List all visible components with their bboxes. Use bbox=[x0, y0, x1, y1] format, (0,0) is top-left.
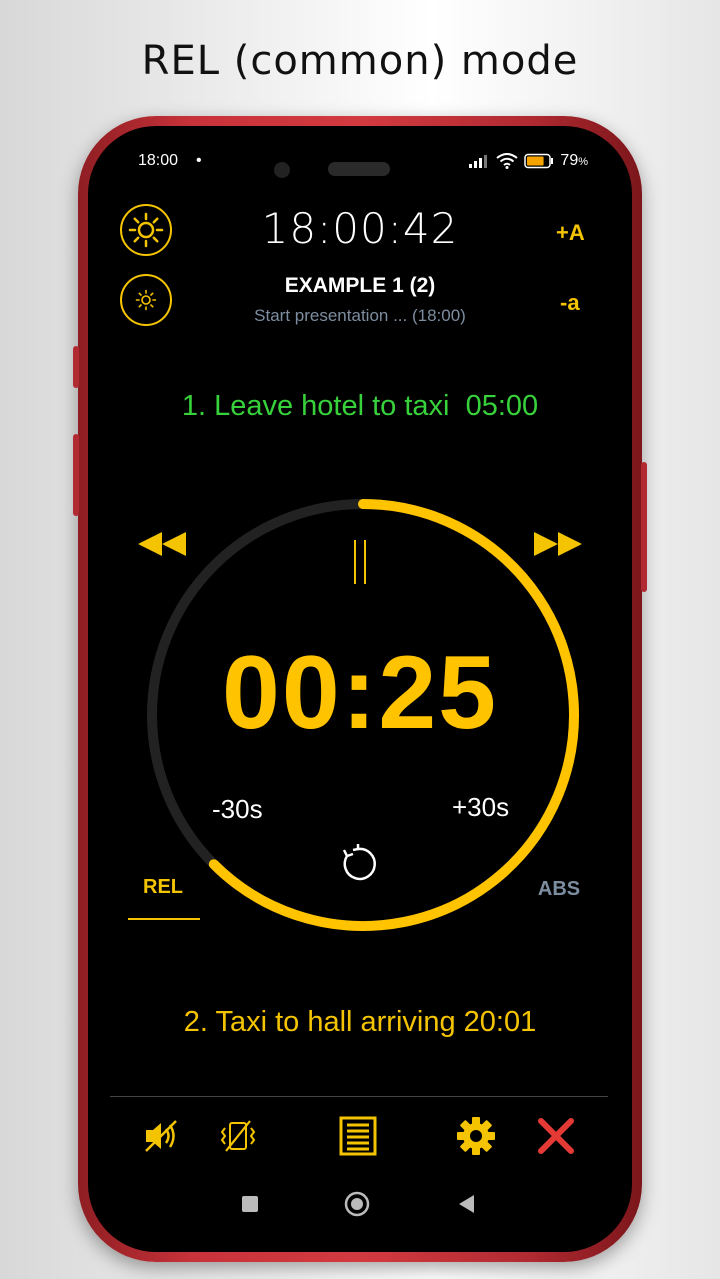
reset-icon[interactable] bbox=[336, 842, 380, 886]
volume-up-button bbox=[73, 346, 79, 388]
gear-icon bbox=[457, 1117, 495, 1155]
system-navbar bbox=[88, 1186, 632, 1226]
settings-button[interactable] bbox=[454, 1114, 498, 1158]
current-step: 1. Leave hotel to taxi 05:00 bbox=[88, 390, 632, 423]
toolbar-divider bbox=[110, 1096, 608, 1097]
minus-30s-button[interactable]: -30s bbox=[212, 794, 263, 825]
battery-percent: 79% bbox=[560, 152, 588, 169]
phone-screen: 18:00 • 79% 18:00:42 +A -a EXAMPLE 1 (2)… bbox=[88, 126, 632, 1252]
volume-down-button bbox=[73, 434, 79, 516]
status-indicator: • bbox=[196, 152, 202, 169]
battery-icon bbox=[524, 153, 554, 169]
close-icon bbox=[538, 1118, 574, 1154]
mode-tab-indicator bbox=[128, 918, 200, 920]
preset-subtitle: Start presentation ... (18:00) bbox=[254, 306, 466, 325]
phone-frame: 18:00 • 79% 18:00:42 +A -a EXAMPLE 1 (2)… bbox=[73, 116, 647, 1262]
recents-icon[interactable] bbox=[240, 1194, 260, 1214]
countdown-timer: 00:25 bbox=[222, 635, 498, 751]
font-increase-button[interactable]: +A bbox=[556, 220, 585, 246]
earpiece-speaker bbox=[328, 162, 390, 176]
home-icon[interactable] bbox=[344, 1191, 370, 1217]
wifi-icon bbox=[496, 153, 519, 169]
next-step: 2. Taxi to hall arriving 20:01 bbox=[183, 1006, 537, 1038]
status-time: 18:00 bbox=[138, 152, 179, 169]
preset-title: EXAMPLE 1 (2) bbox=[284, 274, 436, 297]
mode-tab-abs[interactable]: ABS bbox=[524, 878, 594, 901]
battery-unit: % bbox=[578, 156, 588, 168]
sound-off-button[interactable] bbox=[140, 1114, 184, 1158]
vibration-off-icon bbox=[220, 1120, 256, 1152]
pause-icon[interactable] bbox=[354, 540, 366, 584]
sound-off-icon bbox=[145, 1120, 177, 1152]
vibration-off-button[interactable] bbox=[216, 1114, 260, 1158]
current-step-label: 1. Leave hotel to taxi bbox=[181, 390, 450, 422]
list-button[interactable] bbox=[336, 1114, 380, 1158]
back-icon[interactable] bbox=[456, 1193, 476, 1215]
current-clock: 18:00:42 bbox=[261, 204, 459, 253]
list-icon bbox=[339, 1116, 377, 1156]
mode-tab-rel[interactable]: REL bbox=[128, 876, 198, 899]
front-camera bbox=[274, 162, 290, 178]
page-headline: REL (common) mode bbox=[141, 38, 579, 84]
close-button[interactable] bbox=[534, 1114, 578, 1158]
signal-icon bbox=[469, 155, 488, 168]
power-button bbox=[641, 462, 647, 592]
current-step-duration: 05:00 bbox=[465, 390, 539, 422]
plus-30s-button[interactable]: +30s bbox=[452, 792, 509, 823]
